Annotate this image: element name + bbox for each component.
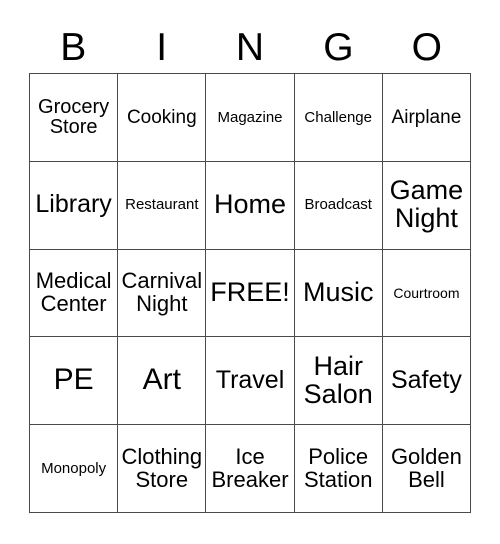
bingo-cell[interactable]: PE — [30, 337, 119, 426]
bingo-cell-label: FREE! — [210, 277, 290, 308]
bingo-row: Medical Center Carnival Night FREE! Musi… — [30, 249, 472, 338]
bingo-cell[interactable]: Carnival Night — [118, 249, 207, 338]
bingo-cell[interactable]: Ice Breaker — [206, 425, 295, 513]
bingo-cell[interactable]: Library — [30, 161, 119, 250]
bingo-cell[interactable]: Safety — [382, 337, 472, 426]
bingo-cell-label: Home — [213, 189, 287, 220]
bingo-cell[interactable]: Music — [294, 249, 383, 338]
bingo-cell-label: Hair Salon — [303, 350, 373, 409]
bingo-cell[interactable]: Broadcast — [294, 161, 383, 250]
bingo-cell-label: Ice Breaker — [211, 443, 289, 492]
bingo-cell-label: Challenge — [304, 108, 372, 126]
bingo-cell-label: Library — [35, 190, 112, 219]
bingo-cell-label: Magazine — [217, 108, 283, 126]
bingo-cell-label: Courtroom — [393, 284, 460, 301]
bingo-header-letter-n: N — [235, 26, 265, 69]
bingo-cell-label: Broadcast — [304, 196, 372, 214]
bingo-cell[interactable]: Challenge — [294, 74, 383, 162]
bingo-cell[interactable]: Game Night — [382, 161, 472, 250]
bingo-header-letter-g: G — [323, 26, 354, 69]
bingo-cell[interactable]: Hair Salon — [294, 337, 383, 426]
bingo-cell[interactable]: Monopoly — [30, 425, 119, 513]
bingo-cell[interactable]: Restaurant — [118, 161, 207, 250]
bingo-cell[interactable]: Courtroom — [382, 249, 472, 338]
bingo-header-letter-o: O — [411, 26, 442, 69]
bingo-cell[interactable]: Clothing Store — [118, 425, 207, 513]
bingo-cell[interactable]: Golden Bell — [382, 425, 472, 513]
bingo-cell[interactable]: Grocery Store — [30, 74, 119, 162]
bingo-cell-label: Art — [142, 363, 181, 397]
bingo-cell-label: Airplane — [391, 106, 462, 128]
bingo-cell-label: Monopoly — [41, 459, 107, 477]
bingo-cell-label: Cooking — [126, 106, 197, 128]
bingo-row: Grocery Store Cooking Magazine Challenge… — [30, 74, 472, 162]
bingo-cell-label: Music — [302, 277, 374, 308]
bingo-row: Library Restaurant Home Broadcast Game N… — [30, 161, 472, 250]
bingo-row: PE Art Travel Hair Salon Safety — [30, 337, 472, 426]
bingo-header-letter-b: B — [60, 26, 87, 69]
bingo-row: Monopoly Clothing Store Ice Breaker Poli… — [30, 425, 472, 513]
bingo-cell-label: Golden Bell — [390, 443, 462, 492]
bingo-cell-label: Grocery Store — [38, 95, 110, 139]
bingo-cell[interactable]: Police Station — [294, 425, 383, 513]
bingo-cell-label: PE — [53, 363, 94, 397]
bingo-header: B I N G O — [29, 22, 471, 73]
bingo-cell-label: Clothing Store — [121, 443, 203, 492]
bingo-cell[interactable]: Airplane — [382, 74, 472, 162]
bingo-cell-label: Medical Center — [35, 268, 112, 316]
bingo-cell-label: Police Station — [303, 443, 373, 492]
bingo-cell-label: Game Night — [389, 175, 464, 234]
bingo-cell-label: Safety — [390, 365, 462, 394]
bingo-cell[interactable]: Medical Center — [30, 249, 119, 338]
bingo-cell[interactable]: Cooking — [118, 74, 207, 162]
bingo-cell-label: Restaurant — [125, 196, 199, 214]
bingo-cell-free[interactable]: FREE! — [206, 249, 295, 338]
bingo-card: B I N G O Grocery Store Cooking Magazine… — [0, 0, 500, 544]
bingo-cell[interactable]: Travel — [206, 337, 295, 426]
bingo-cell-label: Carnival Night — [121, 268, 203, 316]
bingo-cell[interactable]: Home — [206, 161, 295, 250]
bingo-cell[interactable]: Art — [118, 337, 207, 426]
bingo-cell-label: Travel — [215, 365, 285, 394]
bingo-cell[interactable]: Magazine — [206, 74, 295, 162]
bingo-header-letter-i: I — [156, 26, 168, 69]
bingo-grid: Grocery Store Cooking Magazine Challenge… — [29, 73, 472, 513]
